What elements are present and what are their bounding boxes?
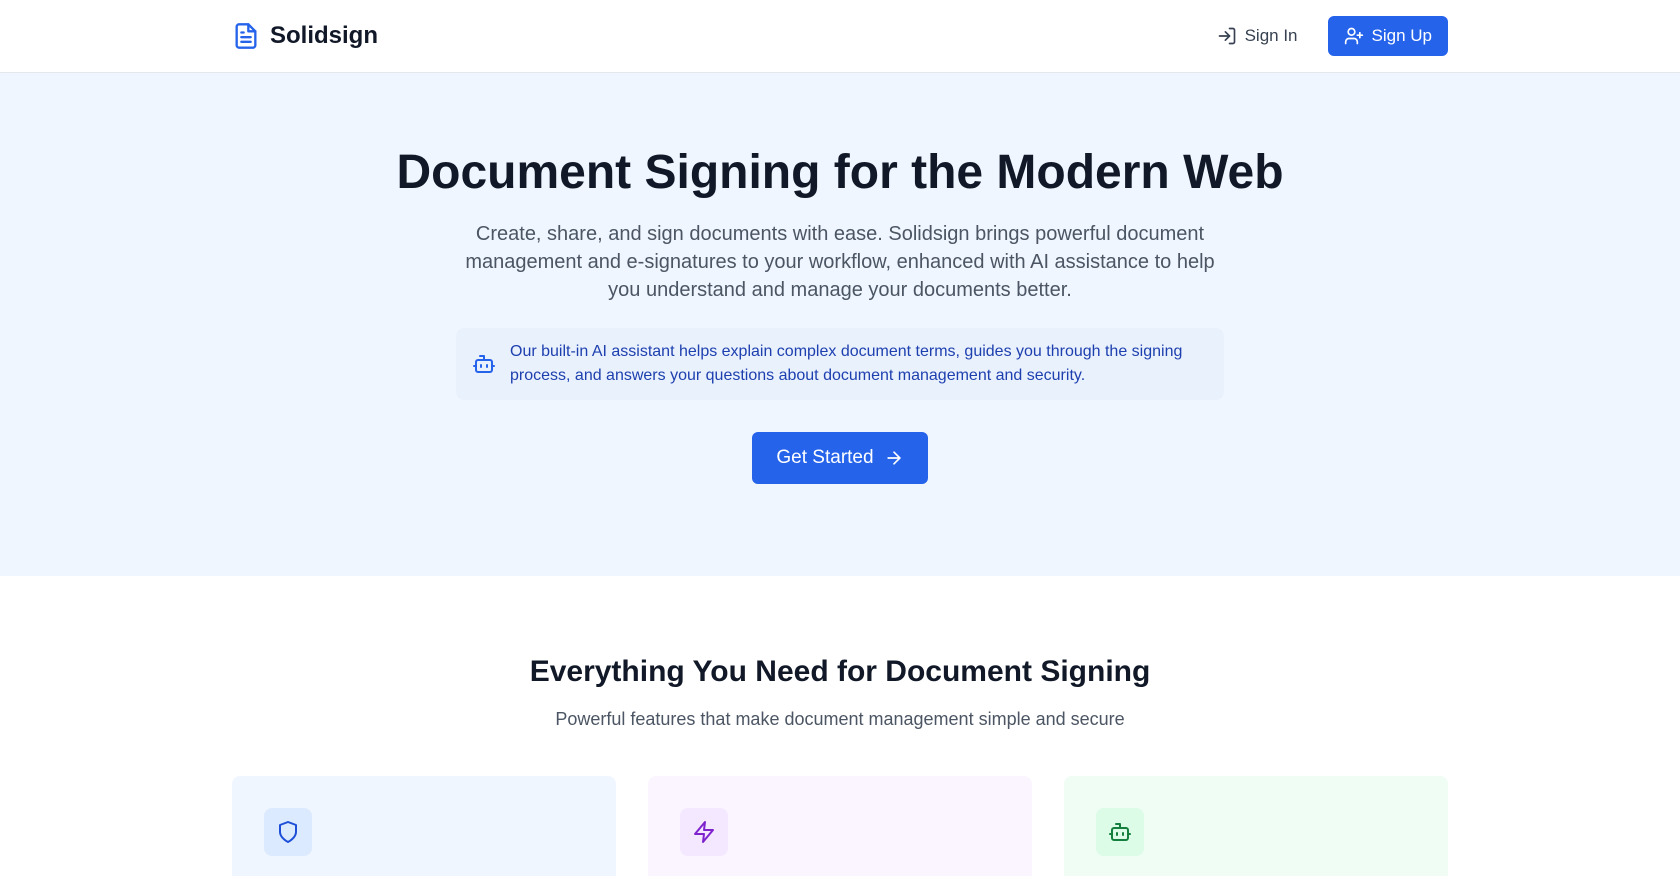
sign-up-label: Sign Up — [1371, 26, 1432, 45]
navbar: Solidsign Sign In Sign Up — [0, 0, 1680, 73]
zap-icon — [680, 808, 728, 856]
get-started-label: Get Started — [776, 446, 874, 468]
bot-icon — [1096, 808, 1144, 856]
hero-subtitle: Create, share, and sign documents with e… — [465, 222, 1215, 301]
feature-card-security — [232, 776, 616, 876]
features-title: Everything You Need for Document Signing — [529, 655, 1151, 688]
bot-icon — [472, 352, 496, 376]
feature-cards — [232, 776, 1448, 876]
shield-icon — [264, 808, 312, 856]
sign-in-button[interactable]: Sign In — [1201, 16, 1314, 56]
ai-note-text: Our built-in AI assistant helps explain … — [510, 342, 1183, 384]
brand-name: Solidsign — [270, 22, 378, 49]
arrow-right-icon — [884, 448, 904, 468]
hero-title: Document Signing for the Modern Web — [396, 146, 1284, 199]
log-in-icon — [1217, 26, 1237, 46]
get-started-button[interactable]: Get Started — [752, 431, 928, 484]
sign-up-button[interactable]: Sign Up — [1327, 16, 1448, 56]
features-section: Everything You Need for Document Signing… — [0, 576, 1680, 876]
navbar-inner: Solidsign Sign In Sign Up — [232, 0, 1448, 72]
file-text-icon — [232, 20, 260, 52]
ai-assistant-note: Our built-in AI assistant helps explain … — [456, 327, 1224, 400]
sign-in-label: Sign In — [1244, 26, 1298, 45]
nav-actions: Sign In Sign Up — [1201, 16, 1448, 56]
feature-card-speed — [648, 776, 1032, 876]
user-plus-icon — [1344, 26, 1364, 46]
brand-logo[interactable]: Solidsign — [232, 20, 378, 52]
feature-card-ai — [1064, 776, 1448, 876]
features-subtitle: Powerful features that make document man… — [555, 709, 1125, 729]
hero-section: Document Signing for the Modern Web Crea… — [0, 73, 1680, 576]
